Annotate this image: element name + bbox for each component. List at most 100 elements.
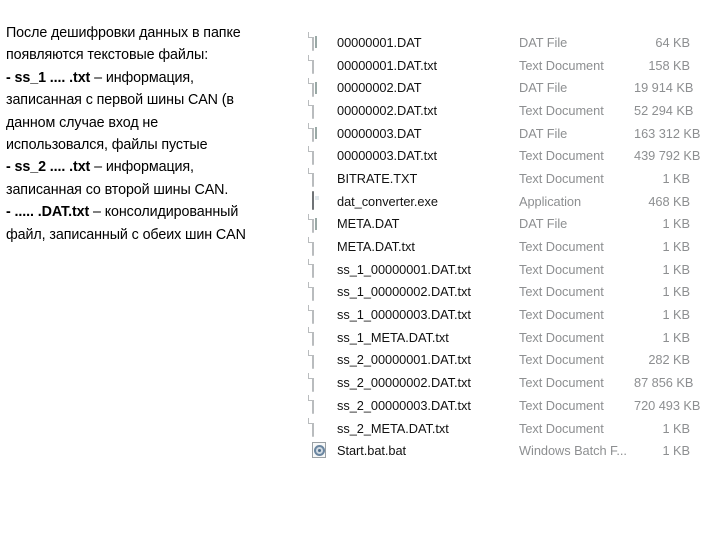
file-name[interactable]: ss_2_00000001.DAT.txt [337,352,497,367]
file-name[interactable]: ss_2_META.DAT.txt [337,421,497,436]
file-size: 19 914 KB [634,80,694,96]
text-document-icon [312,349,328,369]
explanation-text-block: После дешифровки данных в папке появляютс… [6,22,304,246]
file-type: Text Document [519,170,604,186]
note-line: - ..... .DAT.txt – консолидированный [6,201,304,223]
file-row[interactable]: ss_1_00000003.DAT.txt Text Document 1 KB [305,303,710,326]
file-size: 439 792 KB [634,148,701,164]
file-row[interactable]: ss_1_META.DAT.txt Text Document 1 KB [305,326,710,349]
file-name[interactable]: ss_1_META.DAT.txt [337,330,497,345]
file-row[interactable]: META.DAT DAT File 1 KB [305,213,710,236]
file-size: 1 KB [662,261,690,277]
file-name[interactable]: 00000002.DAT.txt [337,103,497,118]
file-type: Text Document [519,307,604,323]
file-row[interactable]: BITRATE.TXT Text Document 1 KB [305,167,710,190]
file-type: DAT File [519,216,568,232]
text-document-icon [312,418,328,438]
file-row[interactable]: 00000001.DAT.txt Text Document 158 KB [305,54,710,77]
file-size: 720 493 KB [634,397,701,413]
file-row[interactable]: ss_2_META.DAT.txt Text Document 1 KB [305,417,710,440]
dat-file-icon [312,213,328,233]
text-document-icon [312,100,328,120]
file-row[interactable]: dat_converter.exe Application 468 KB [305,190,710,213]
text-document-icon [312,145,328,165]
file-type: Text Document [519,148,604,164]
file-row[interactable]: 00000002.DAT.txt Text Document 52 294 KB [305,99,710,122]
file-name[interactable]: ss_2_00000003.DAT.txt [337,398,497,413]
file-row[interactable]: 00000001.DAT DAT File 64 KB [305,31,710,54]
file-type: Text Document [519,420,604,436]
note-line: записанная со второй шины CAN. [6,181,229,198]
file-row[interactable]: 00000002.DAT DAT File 19 914 KB [305,76,710,99]
file-name[interactable]: 00000003.DAT.txt [337,148,497,163]
file-name[interactable]: 00000001.DAT [337,35,497,50]
text-document-icon [312,259,328,279]
file-row[interactable]: ss_1_00000001.DAT.txt Text Document 1 KB [305,258,710,281]
file-name[interactable]: 00000003.DAT [337,126,497,141]
note-line-term: - ss_1 .... .txt [6,69,91,86]
file-name[interactable]: ss_1_00000003.DAT.txt [337,307,497,322]
file-row[interactable]: 00000003.DAT DAT File 163 312 KB [305,122,710,145]
file-type: Text Document [519,375,604,391]
file-name[interactable]: 00000001.DAT.txt [337,58,497,73]
file-name[interactable]: META.DAT.txt [337,239,497,254]
file-type: Text Document [519,57,604,73]
text-document-icon [312,55,328,75]
note-line-text: – консолидированный [89,204,239,221]
file-row[interactable]: 00000003.DAT.txt Text Document 439 792 KB [305,144,710,167]
file-size: 1 KB [662,170,690,186]
file-type: Application [519,193,582,209]
text-document-icon [312,395,328,415]
text-document-icon [312,168,328,188]
note-line: данном случае вход не [6,114,159,131]
file-size: 1 KB [662,443,690,459]
file-size: 1 KB [662,239,690,255]
file-name[interactable]: BITRATE.TXT [337,171,497,186]
note-line-term: - ss_2 .... .txt [6,159,91,176]
file-type: Text Document [519,102,604,118]
text-document-icon [312,236,328,256]
note-line: записанная с первой шины CAN (в [6,92,234,109]
batch-file-icon [312,441,328,460]
text-document-icon [312,304,328,324]
file-size: 87 856 KB [634,375,694,391]
dat-file-icon [312,123,328,143]
file-name[interactable]: META.DAT [337,216,497,231]
note-line: появляются текстовые файлы: [6,47,209,64]
file-size: 1 KB [662,284,690,300]
text-document-icon [312,372,328,392]
file-row[interactable]: ss_1_00000002.DAT.txt Text Document 1 KB [305,281,710,304]
file-row[interactable]: Start.bat.bat Windows Batch F... 1 KB [305,439,710,462]
file-size: 282 KB [648,352,690,368]
file-name[interactable]: 00000002.DAT [337,80,497,95]
file-name[interactable]: dat_converter.exe [337,194,497,209]
file-name[interactable]: ss_1_00000001.DAT.txt [337,262,497,277]
file-row[interactable]: ss_2_00000002.DAT.txt Text Document 87 856… [305,371,710,394]
note-line: - ss_1 .... .txt – информация, [6,67,304,89]
file-size: 1 KB [662,420,690,436]
file-name[interactable]: Start.bat.bat [337,443,497,458]
note-line-term: - ..... .DAT.txt [6,204,90,221]
file-name[interactable]: ss_1_00000002.DAT.txt [337,284,497,299]
file-size: 1 KB [662,329,690,345]
file-type: DAT File [519,80,568,96]
file-type: Text Document [519,239,604,255]
file-type: DAT File [519,125,568,141]
file-row[interactable]: ss_2_00000003.DAT.txt Text Document 720 49… [305,394,710,417]
dat-file-icon [312,32,328,52]
file-type: Windows Batch F... [519,443,627,459]
text-document-icon [312,281,328,301]
file-size: 468 KB [648,193,690,209]
file-type: DAT File [519,34,568,50]
note-line-text: – информация, [90,69,194,86]
file-type: Text Document [519,397,604,413]
file-type: Text Document [519,329,604,345]
file-list[interactable]: 00000001.DAT DAT File 64 KB 00000001.DAT.tx… [305,31,710,463]
text-document-icon [312,327,328,347]
file-size: 1 KB [662,216,690,232]
note-line: использовался, файлы пустые [6,137,208,154]
file-size: 163 312 KB [634,125,701,141]
file-row[interactable]: META.DAT.txt Text Document 1 KB [305,235,710,258]
file-row[interactable]: ss_2_00000001.DAT.txt Text Document 282 KB [305,349,710,372]
file-name[interactable]: ss_2_00000002.DAT.txt [337,375,497,390]
